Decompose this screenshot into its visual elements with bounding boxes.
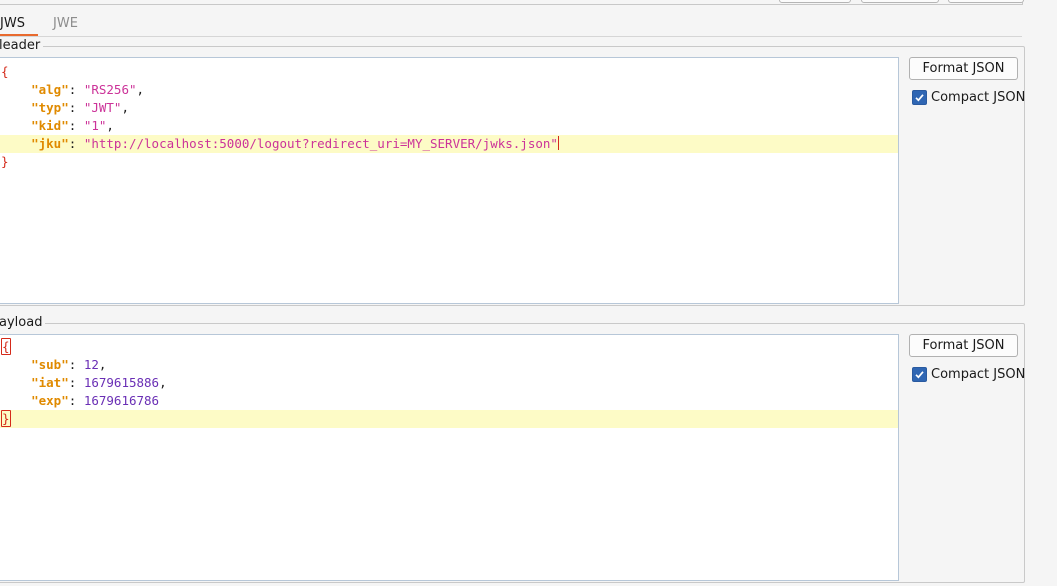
header-line-alg: "alg": "RS256", [31, 82, 145, 97]
checkbox-checked-icon[interactable] [912, 366, 927, 382]
checkbox-checked-icon[interactable] [912, 89, 927, 105]
header-compact-json-checkbox[interactable]: Compact JSON [912, 88, 1025, 106]
payload-line-open: { [0, 338, 898, 356]
payload-format-json-button[interactable]: Format JSON [909, 334, 1018, 357]
payload-compact-json-label: Compact JSON [931, 366, 1026, 382]
header-value-jku: "http://localhost:5000/logout?redirect_u… [83, 136, 558, 151]
payload-key-exp: "exp" [31, 393, 69, 408]
payload-json-editor[interactable]: { "sub": 12, "iat": 1679615886, "exp": 1… [0, 334, 899, 581]
header-json-editor[interactable]: { "alg": "RS256", "typ": "JWT", "kid": "… [0, 57, 899, 304]
payload-open-brace: { [1, 338, 11, 355]
header-line-kid: "kid": "1", [31, 118, 114, 133]
header-key-kid: "kid" [31, 118, 69, 133]
payload-key-iat: "iat" [31, 375, 69, 390]
header-key-typ: "typ" [31, 100, 69, 115]
header-close-brace: } [1, 154, 9, 169]
header-value-alg: "RS256" [83, 82, 137, 97]
top-button-2[interactable] [861, 0, 939, 3]
payload-line-iat: "iat": 1679615886, [31, 375, 167, 390]
header-group-title: leader [0, 38, 44, 54]
tab-jws[interactable]: JWS [0, 15, 38, 36]
header-value-typ: "JWT" [83, 100, 122, 115]
tab-jwe[interactable]: JWE [53, 15, 83, 36]
payload-compact-json-checkbox[interactable]: Compact JSON [912, 365, 1025, 383]
payload-key-sub: "sub" [31, 357, 69, 372]
payload-line-exp: "exp": 1679616786 [31, 393, 160, 408]
text-caret [557, 136, 559, 150]
payload-close-brace: } [1, 410, 11, 427]
header-key-alg: "alg" [31, 82, 69, 97]
header-value-kid: "1" [83, 118, 107, 133]
header-line-open: { [0, 63, 898, 81]
header-key-jku: "jku" [31, 136, 69, 151]
header-open-brace: { [1, 64, 9, 79]
header-compact-json-label: Compact JSON [931, 89, 1026, 105]
header-line-close: } [0, 153, 898, 171]
header-format-json-button[interactable]: Format JSON [909, 57, 1018, 80]
payload-line-sub: "sub": 12, [31, 357, 107, 372]
top-button-1[interactable] [779, 0, 851, 3]
payload-value-iat: 1679615886 [83, 375, 160, 390]
top-button-3[interactable] [948, 0, 1024, 3]
payload-group-title: ayload [0, 315, 46, 331]
tab-bar: JWS JWE [0, 12, 1022, 37]
payload-value-sub: 12 [83, 357, 99, 372]
header-line-typ: "typ": "JWT", [31, 100, 129, 115]
payload-value-exp: 1679616786 [83, 393, 160, 408]
payload-line-close: } [0, 410, 898, 428]
header-line-jku: "jku": "http://localhost:5000/logout?red… [0, 135, 898, 153]
